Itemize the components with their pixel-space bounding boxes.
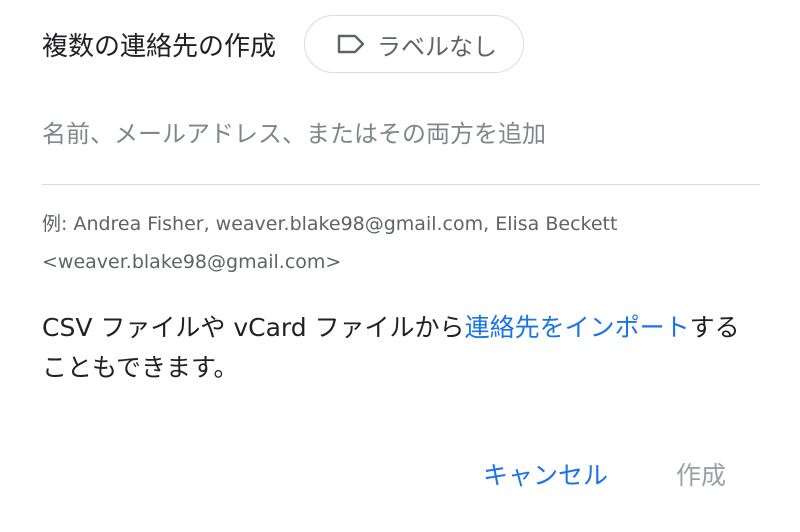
import-contacts-link[interactable]: 連絡先をインポート — [465, 313, 690, 342]
contacts-input-container — [42, 100, 760, 185]
import-hint: CSV ファイルや vCard ファイルから連絡先をインポートすることもできます… — [42, 308, 762, 388]
dialog-actions: キャンセル 作成 — [483, 446, 726, 502]
create-multiple-contacts-dialog: 複数の連絡先の作成 ラベルなし 例: Andrea Fisher, weaver… — [0, 0, 800, 532]
create-button[interactable]: 作成 — [676, 456, 726, 492]
dialog-header: 複数の連絡先の作成 ラベルなし — [42, 14, 525, 74]
contacts-input[interactable] — [42, 114, 760, 154]
label-icon — [335, 32, 367, 56]
label-chip-text: ラベルなし — [377, 32, 498, 61]
dialog-title: 複数の連絡先の作成 — [42, 31, 277, 62]
label-chip-button[interactable]: ラベルなし — [304, 15, 525, 73]
cancel-button[interactable]: キャンセル — [483, 456, 608, 492]
example-text: 例: Andrea Fisher, weaver.blake98@gmail.c… — [42, 213, 618, 273]
import-prefix: CSV ファイルや vCard ファイルから — [42, 313, 465, 342]
